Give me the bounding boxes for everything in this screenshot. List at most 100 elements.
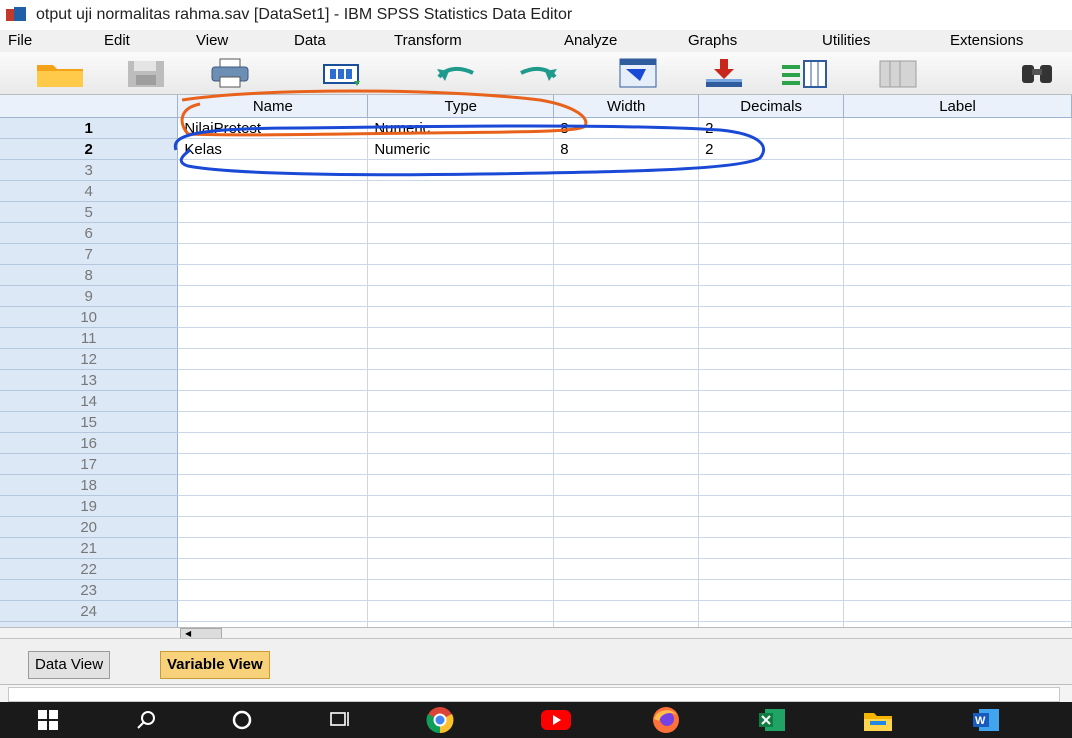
cell-width[interactable]: 8	[553, 117, 700, 139]
cell-label[interactable]	[843, 516, 1072, 538]
cell-label[interactable]	[843, 306, 1072, 328]
table-row[interactable]: 17	[0, 453, 1072, 475]
cell-name[interactable]	[177, 390, 369, 412]
cell-width[interactable]	[553, 453, 700, 475]
cell-name[interactable]	[177, 453, 369, 475]
cell-width[interactable]	[553, 327, 700, 349]
column-header-name[interactable]: Name	[177, 95, 369, 118]
table-row[interactable]: 1 NilaiPretest Numeric 8 2	[0, 117, 1072, 139]
cell-decimals[interactable]	[698, 516, 845, 538]
cell-type[interactable]	[367, 558, 555, 580]
cell-label[interactable]	[843, 180, 1072, 202]
save-icon[interactable]	[118, 56, 174, 90]
cell-type[interactable]	[367, 516, 555, 538]
column-header-decimals[interactable]: Decimals	[698, 95, 845, 118]
cell-decimals[interactable]	[698, 243, 845, 265]
cell-name[interactable]	[177, 495, 369, 517]
cell-name[interactable]: Kelas	[177, 138, 369, 160]
cell-type[interactable]: Numeric	[367, 138, 555, 160]
table-row[interactable]: 7	[0, 243, 1072, 265]
cell-label[interactable]	[843, 474, 1072, 496]
menu-view[interactable]: View	[196, 32, 228, 49]
row-number[interactable]: 9	[0, 285, 179, 307]
row-number[interactable]: 3	[0, 159, 179, 181]
youtube-icon[interactable]	[528, 702, 584, 738]
cell-decimals[interactable]	[698, 558, 845, 580]
cell-type[interactable]	[367, 348, 555, 370]
cell-label[interactable]	[843, 159, 1072, 181]
row-number[interactable]: 5	[0, 201, 179, 223]
row-number[interactable]: 20	[0, 516, 179, 538]
table-row[interactable]: 22	[0, 558, 1072, 580]
row-number[interactable]: 12	[0, 348, 179, 370]
cell-name[interactable]	[177, 516, 369, 538]
table-row[interactable]: 4	[0, 180, 1072, 202]
chrome-icon[interactable]	[412, 702, 468, 738]
table-row[interactable]: 15	[0, 411, 1072, 433]
recall-dialog-icon[interactable]	[314, 56, 370, 90]
cell-width[interactable]	[553, 537, 700, 559]
cell-type[interactable]	[367, 180, 555, 202]
cell-type[interactable]	[367, 579, 555, 601]
table-row[interactable]: 11	[0, 327, 1072, 349]
cell-name[interactable]	[177, 558, 369, 580]
menu-utilities[interactable]: Utilities	[822, 32, 870, 49]
cell-decimals[interactable]	[698, 390, 845, 412]
row-number[interactable]: 2	[0, 138, 179, 160]
cell-label[interactable]	[843, 222, 1072, 244]
cell-decimals[interactable]	[698, 327, 845, 349]
row-number[interactable]: 18	[0, 474, 179, 496]
cell-label[interactable]	[843, 537, 1072, 559]
cell-name[interactable]	[177, 159, 369, 181]
row-number[interactable]: 1	[0, 117, 179, 139]
cell-type[interactable]	[367, 537, 555, 559]
column-header-label[interactable]: Label	[843, 95, 1072, 118]
row-number[interactable]: 15	[0, 411, 179, 433]
menu-graphs[interactable]: Graphs	[688, 32, 737, 49]
cell-decimals[interactable]	[698, 579, 845, 601]
menu-extensions[interactable]: Extensions	[950, 32, 1023, 49]
cell-type[interactable]	[367, 327, 555, 349]
cell-label[interactable]	[843, 369, 1072, 391]
cell-width[interactable]	[553, 411, 700, 433]
file-explorer-icon[interactable]	[850, 702, 906, 738]
cell-label[interactable]	[843, 453, 1072, 475]
cell-decimals[interactable]	[698, 222, 845, 244]
cell-decimals[interactable]	[698, 474, 845, 496]
cell-width[interactable]: 8	[553, 138, 700, 160]
table-row[interactable]: 24	[0, 600, 1072, 622]
cell-decimals[interactable]: 2	[698, 117, 845, 139]
cell-name[interactable]	[177, 306, 369, 328]
cell-decimals[interactable]	[698, 264, 845, 286]
find-icon[interactable]	[1010, 56, 1066, 90]
cell-type[interactable]	[367, 600, 555, 622]
table-row[interactable]: 13	[0, 369, 1072, 391]
goto-case-icon[interactable]	[610, 56, 666, 90]
row-number[interactable]: 4	[0, 180, 179, 202]
row-number[interactable]: 23	[0, 579, 179, 601]
row-number[interactable]: 13	[0, 369, 179, 391]
undo-icon[interactable]	[428, 56, 484, 90]
table-row[interactable]: 14	[0, 390, 1072, 412]
cell-label[interactable]	[843, 600, 1072, 622]
cell-type[interactable]	[367, 243, 555, 265]
menu-data[interactable]: Data	[294, 32, 326, 49]
cell-decimals[interactable]	[698, 600, 845, 622]
cell-name[interactable]	[177, 222, 369, 244]
cell-name[interactable]	[177, 264, 369, 286]
cell-type[interactable]	[367, 474, 555, 496]
table-row[interactable]: 16	[0, 432, 1072, 454]
cell-type[interactable]	[367, 369, 555, 391]
cell-name[interactable]	[177, 432, 369, 454]
cell-type[interactable]	[367, 222, 555, 244]
cell-name[interactable]	[177, 243, 369, 265]
cell-name[interactable]	[177, 537, 369, 559]
table-row[interactable]: 3	[0, 159, 1072, 181]
cell-width[interactable]	[553, 201, 700, 223]
cell-name[interactable]	[177, 201, 369, 223]
cell-type[interactable]	[367, 411, 555, 433]
table-row[interactable]: 9	[0, 285, 1072, 307]
row-number[interactable]: 22	[0, 558, 179, 580]
menu-file[interactable]: File	[8, 32, 32, 49]
cell-label[interactable]	[843, 264, 1072, 286]
